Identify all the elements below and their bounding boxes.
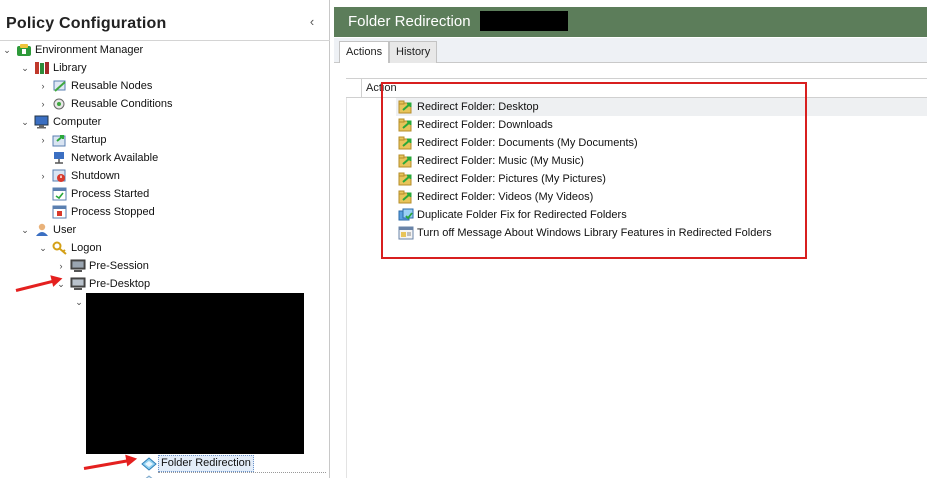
tree-item-library[interactable]: ⌄ Library: [0, 59, 330, 77]
tree-item-pre-desktop[interactable]: ⌄ Pre-Desktop: [0, 275, 330, 293]
tree-item-collapsed-child[interactable]: ⌄: [0, 293, 90, 311]
chevron-right-icon[interactable]: ›: [38, 167, 48, 185]
content-header: Folder Redirection: [334, 7, 927, 37]
tree-item-label: Reusable Nodes: [71, 80, 153, 92]
chevron-right-icon[interactable]: ›: [38, 77, 48, 95]
pane-title: Policy Configuration: [6, 15, 167, 32]
chevron-down-icon[interactable]: ⌄: [2, 41, 12, 59]
logon-icon: [52, 241, 68, 255]
tree-item-process-started[interactable]: Process Started: [0, 185, 330, 203]
network-available-icon: [52, 151, 68, 165]
reusable-conditions-icon: [52, 97, 68, 111]
chevron-down-icon[interactable]: ⌄: [20, 221, 30, 239]
tree-item-label: Pre-Session: [89, 260, 149, 272]
tree-item-label: Computer: [53, 116, 102, 128]
tree-item-label: Pre-Desktop: [89, 278, 151, 290]
page-title: Folder Redirection: [348, 13, 471, 30]
tree-item-label: Shutdown: [71, 170, 120, 182]
tree-item-label: Environment Manager: [35, 44, 144, 56]
tree-item-pre-session[interactable]: › Pre-Session: [0, 257, 330, 275]
tree-item-label: Library: [53, 62, 87, 74]
pre-session-icon: [70, 259, 86, 273]
tree-item-logon[interactable]: ⌄ Logon: [0, 239, 330, 257]
tree-item-label: Network Available: [71, 152, 159, 164]
redacted-region: [86, 293, 304, 454]
redacted-title-suffix: [480, 11, 568, 31]
tree-item-reusable-nodes[interactable]: › Reusable Nodes: [0, 77, 330, 95]
navigation-pane: Policy Configuration ‹ ⌄ Environment Man…: [0, 0, 330, 478]
chevron-down-icon[interactable]: ⌄: [38, 239, 48, 257]
tab-bar: Actions History: [334, 38, 927, 64]
startup-icon: [52, 133, 68, 147]
tree-item-network-available[interactable]: Network Available: [0, 149, 330, 167]
annotation-highlight-box: [381, 82, 807, 259]
shutdown-icon: [52, 169, 68, 183]
list-gutter-line: [346, 98, 347, 478]
tree-item-partial-icon: [143, 471, 159, 478]
chevron-right-icon[interactable]: ›: [38, 131, 48, 149]
column-header-gutter: [346, 79, 362, 97]
tree-item-label: Process Started: [71, 188, 150, 200]
tree-item-label: Logon: [71, 242, 102, 254]
tree-item-environment-manager[interactable]: ⌄ Environment Manager: [0, 41, 330, 59]
user-icon: [34, 223, 50, 237]
chevron-right-icon[interactable]: ›: [38, 95, 48, 113]
navigation-header: Policy Configuration ‹: [0, 7, 330, 37]
tree-item-label: Startup: [71, 134, 107, 146]
tree-item-computer[interactable]: ⌄ Computer: [0, 113, 330, 131]
library-icon: [34, 61, 50, 75]
tree-item-label: Reusable Conditions: [71, 98, 173, 110]
tree-item-next-partial[interactable]: [0, 471, 200, 478]
tree-item-label: Process Stopped: [71, 206, 155, 218]
reusable-nodes-icon: [52, 79, 68, 93]
tree-item-user[interactable]: ⌄ User: [0, 221, 330, 239]
collapse-pane-button[interactable]: ‹: [305, 14, 319, 30]
computer-icon: [34, 115, 50, 129]
process-started-icon: [52, 187, 68, 201]
chevron-down-icon[interactable]: ⌄: [20, 113, 30, 131]
tab-history[interactable]: History: [389, 41, 438, 63]
tree-item-process-stopped[interactable]: Process Stopped: [0, 203, 330, 221]
tree-item-reusable-conditions[interactable]: › Reusable Conditions: [0, 95, 330, 113]
chevron-down-icon[interactable]: ⌄: [74, 293, 84, 311]
process-stopped-icon: [52, 205, 68, 219]
environment-manager-icon: [16, 43, 32, 57]
chevron-down-icon[interactable]: ⌄: [20, 59, 30, 77]
tree-item-label: Folder Redirection: [158, 455, 254, 472]
tree-item-shutdown[interactable]: › Shutdown: [0, 167, 330, 185]
tree-item-startup[interactable]: › Startup: [0, 131, 330, 149]
pre-desktop-icon: [70, 277, 86, 291]
folder-redirection-icon: [141, 457, 157, 471]
tree-item-label: User: [53, 224, 77, 236]
tab-actions[interactable]: Actions: [339, 41, 390, 64]
